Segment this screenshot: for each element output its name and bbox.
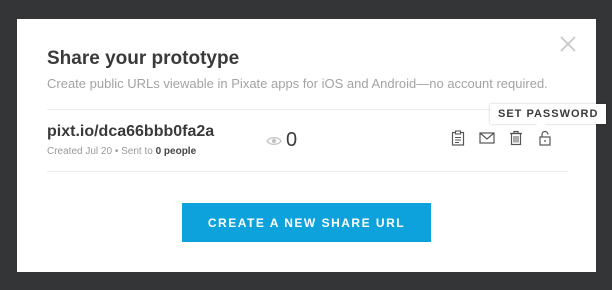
eye-icon xyxy=(266,136,282,145)
close-icon[interactable] xyxy=(559,35,577,53)
sent-count[interactable]: 0 people xyxy=(156,146,197,157)
view-count: 0 xyxy=(266,129,297,152)
dialog-title: Share your prototype xyxy=(47,48,240,69)
dialog-subtitle: Create public URLs viewable in Pixate ap… xyxy=(47,76,548,91)
divider-bottom xyxy=(47,171,568,172)
view-count-value: 0 xyxy=(286,129,298,151)
create-share-url-button[interactable]: CREATE A NEW SHARE URL xyxy=(182,203,431,242)
clipboard-icon[interactable] xyxy=(450,130,466,146)
trash-icon[interactable] xyxy=(508,130,524,146)
created-text: Created Jul 20 • Sent to xyxy=(47,146,156,157)
unlock-icon[interactable] xyxy=(537,130,553,146)
share-actions xyxy=(450,130,553,146)
share-dialog: Share your prototype Create public URLs … xyxy=(17,19,607,272)
envelope-icon[interactable] xyxy=(479,130,495,146)
share-url[interactable]: pixt.io/dca66bbb0fa2a xyxy=(47,123,214,141)
share-meta: Created Jul 20 • Sent to 0 people xyxy=(47,146,196,157)
set-password-tooltip: SET PASSWORD xyxy=(490,104,607,129)
